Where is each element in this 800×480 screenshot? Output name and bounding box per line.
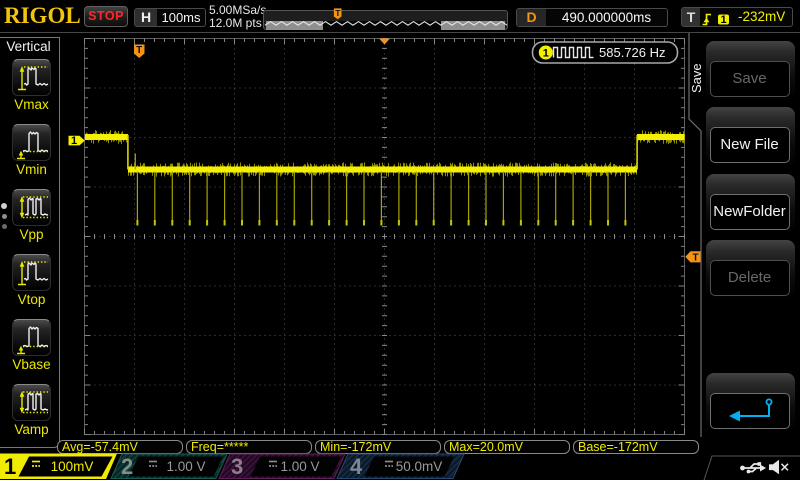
svg-text:50.0mV: 50.0mV: [396, 459, 443, 474]
svg-text:3: 3: [231, 454, 243, 479]
svg-text:T: T: [335, 8, 341, 18]
svg-text:100mV: 100mV: [51, 459, 94, 474]
svg-text:T: T: [692, 253, 698, 264]
svg-text:4: 4: [350, 454, 363, 479]
svg-text:1: 1: [720, 14, 726, 26]
svg-text:1: 1: [543, 47, 549, 59]
svg-text:1: 1: [4, 454, 16, 479]
svg-text:1: 1: [71, 135, 77, 147]
svg-text:T: T: [136, 45, 142, 56]
svg-text:2: 2: [121, 454, 133, 479]
svg-text:1.00 V: 1.00 V: [280, 459, 319, 474]
svg-text:585.726 Hz: 585.726 Hz: [599, 45, 666, 60]
svg-text:1.00 V: 1.00 V: [166, 459, 205, 474]
